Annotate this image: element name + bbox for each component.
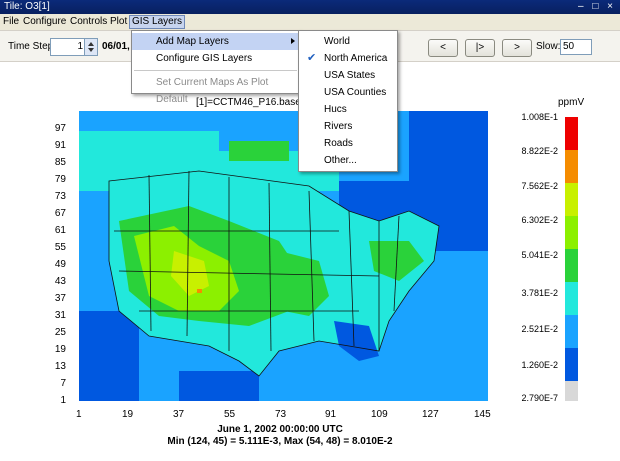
plot-timestamp: June 1, 2002 00:00:00 UTC <box>217 424 343 435</box>
menu-gis-layers[interactable]: GIS Layers <box>129 15 186 29</box>
x-tick-label: 55 <box>224 409 236 420</box>
menubar: File Configure Controls Plot GIS Layers <box>0 14 620 31</box>
layer-item-north-america[interactable]: ✔ North America <box>299 50 397 67</box>
menu-controls[interactable]: Controls <box>70 16 107 28</box>
stepper-down-icon[interactable] <box>88 48 94 52</box>
legend-swatch <box>565 150 578 183</box>
legend-label: 1.008E-1 <box>521 112 558 122</box>
check-icon: ✔ <box>307 52 317 64</box>
x-tick-label: 1 <box>76 409 82 420</box>
layer-item-usa-counties[interactable]: USA Counties <box>299 84 397 101</box>
slow-label: Slow: <box>536 41 561 52</box>
time-step-value: 1 <box>77 41 83 52</box>
gis-layers-menu: Add Map Layers Configure GIS Layers Set … <box>131 30 300 105</box>
time-step-stepper[interactable]: 1 <box>50 38 98 56</box>
y-tick-label: 67 <box>54 208 66 219</box>
play-button[interactable]: |> <box>465 39 495 57</box>
layer-label: Other... <box>324 155 357 166</box>
y-tick-label: 97 <box>54 123 66 134</box>
y-tick-label: 37 <box>54 293 66 304</box>
date-display: 06/01, <box>102 41 130 52</box>
layer-item-other[interactable]: Other... <box>299 152 397 169</box>
slow-input[interactable]: 50 <box>560 39 592 55</box>
layer-item-world[interactable]: World <box>299 33 397 50</box>
layer-label: Roads <box>324 138 353 149</box>
menu-file[interactable]: File <box>3 16 19 28</box>
y-tick-label: 91 <box>54 140 66 151</box>
y-tick-label: 1 <box>60 395 66 406</box>
menu-separator <box>134 70 297 71</box>
menu-item-set-plot-default: Set Current Maps As Plot Default <box>132 74 299 105</box>
step-back-button[interactable]: < <box>428 39 458 57</box>
x-tick-label: 145 <box>474 409 491 420</box>
legend-label: 7.562E-2 <box>521 181 558 191</box>
submenu-arrow-icon <box>291 38 295 44</box>
map-layers-submenu: World ✔ North America USA States USA Cou… <box>298 30 398 172</box>
y-tick-label: 31 <box>54 310 66 321</box>
plot-min-max: Min (124, 45) = 5.111E-3, Max (54, 48) =… <box>167 436 393 447</box>
legend-swatch <box>565 315 578 348</box>
concentration-map[interactable] <box>79 111 488 401</box>
legend-unit: ppmV <box>558 97 585 108</box>
menu-item-label: Set Current Maps As Plot Default <box>156 77 269 105</box>
x-tick-label: 91 <box>325 409 337 420</box>
legend-swatch <box>565 348 578 381</box>
layer-label: Rivers <box>324 121 353 132</box>
y-tick-label: 61 <box>54 225 66 236</box>
menu-plot[interactable]: Plot <box>110 16 127 28</box>
layer-item-hucs[interactable]: Hucs <box>299 101 397 118</box>
menu-item-configure-gis-layers[interactable]: Configure GIS Layers <box>132 50 299 67</box>
y-tick-label: 43 <box>54 276 66 287</box>
legend-swatch <box>565 183 578 216</box>
layer-item-rivers[interactable]: Rivers <box>299 118 397 135</box>
y-tick-label: 25 <box>54 327 66 338</box>
legend-swatch <box>565 282 578 315</box>
y-tick-label: 13 <box>54 361 66 372</box>
layer-label: North America <box>324 53 388 64</box>
y-tick-label: 7 <box>60 378 66 389</box>
layer-label: USA States <box>324 70 376 81</box>
legend-label: 2.521E-2 <box>521 324 558 334</box>
x-tick-label: 127 <box>422 409 439 420</box>
menu-item-add-map-layers[interactable]: Add Map Layers <box>132 33 299 50</box>
y-tick-label: 73 <box>54 191 66 202</box>
y-tick-label: 79 <box>54 174 66 185</box>
legend-swatch <box>565 249 578 282</box>
x-tick-label: 109 <box>371 409 388 420</box>
legend-label: 6.302E-2 <box>521 215 558 225</box>
window-controls[interactable]: – □ × <box>578 0 616 14</box>
stepper-up-icon[interactable] <box>88 42 94 46</box>
legend-swatch <box>565 117 578 150</box>
x-tick-label: 73 <box>275 409 287 420</box>
layer-label: World <box>324 36 350 47</box>
time-step-label: Time Step: <box>8 41 56 52</box>
window-titlebar: Tile: O3[1] – □ × <box>0 0 620 14</box>
menu-configure[interactable]: Configure <box>23 16 66 28</box>
y-tick-label: 85 <box>54 157 66 168</box>
y-tick-label: 55 <box>54 242 66 253</box>
layer-item-roads[interactable]: Roads <box>299 135 397 152</box>
layer-label: Hucs <box>324 104 347 115</box>
y-tick-label: 19 <box>54 344 66 355</box>
menu-item-label: Configure GIS Layers <box>156 53 253 64</box>
legend-label: 8.822E-2 <box>521 146 558 156</box>
menu-item-label: Add Map Layers <box>156 36 229 47</box>
window-title: Tile: O3[1] <box>4 1 50 12</box>
x-tick-label: 37 <box>173 409 185 420</box>
legend-label: 3.781E-2 <box>521 288 558 298</box>
legend-label: 2.790E-7 <box>521 393 558 403</box>
x-tick-label: 19 <box>122 409 134 420</box>
legend-label: 5.041E-2 <box>521 250 558 260</box>
layer-item-usa-states[interactable]: USA States <box>299 67 397 84</box>
y-tick-label: 49 <box>54 259 66 270</box>
layer-label: USA Counties <box>324 87 387 98</box>
stepper-arrows[interactable] <box>84 39 97 55</box>
step-forward-button[interactable]: > <box>502 39 532 57</box>
legend-swatch <box>565 381 578 401</box>
legend-label: 1.260E-2 <box>521 360 558 370</box>
legend-swatch <box>565 216 578 249</box>
